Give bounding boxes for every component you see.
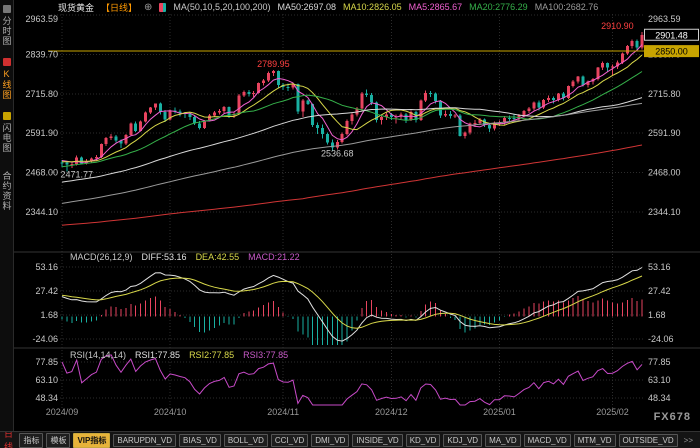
add-icon[interactable]: ⊕ bbox=[144, 2, 152, 13]
rsi-axis-label-left: 48.34 bbox=[35, 393, 58, 403]
price-axis-label-right: 2344.10 bbox=[648, 207, 681, 217]
sidebar-item-label: 分时图 bbox=[1, 16, 13, 46]
sidebar-item-label: 闪电图 bbox=[1, 123, 13, 153]
sidebar-item-lightning-chart[interactable]: 闪电图 bbox=[1, 112, 13, 153]
macd-axis-label-left: -24.06 bbox=[32, 334, 58, 344]
toolbar-tab-10[interactable]: KDJ_VD bbox=[443, 434, 482, 447]
macd-histogram bbox=[62, 296, 642, 345]
toolbar-more-button[interactable]: >> bbox=[681, 435, 696, 446]
price-axis-label-left: 2344.10 bbox=[25, 207, 58, 217]
toolbar-tab-9[interactable]: KD_VD bbox=[406, 434, 441, 447]
toolbar-tab-0[interactable]: 指标 bbox=[19, 433, 43, 448]
macd-params-label: MACD(26,12,9) bbox=[70, 252, 133, 262]
x-axis-label: 2025/01 bbox=[483, 407, 516, 417]
toolbar-period-label[interactable]: 日线 bbox=[4, 431, 14, 448]
macd-header: MACD(26,12,9) DIFF:53.16 DEA:42.55 MACD:… bbox=[70, 252, 300, 262]
macd-axis-label-left: 1.68 bbox=[40, 310, 58, 320]
bottom-toolbar: 日线 指标模板VIP指标BARUPDN_VDBIAS_VDBOLL_VDCCI_… bbox=[0, 431, 700, 448]
price-annotation: 2789.95 bbox=[257, 59, 290, 69]
toolbar-tab-3[interactable]: BARUPDN_VD bbox=[113, 434, 176, 447]
toolbar-tab-12[interactable]: MACD_VD bbox=[524, 434, 571, 447]
toolbar-tab-13[interactable]: MTM_VD bbox=[574, 434, 616, 447]
watermark: FX678 bbox=[654, 411, 691, 423]
kline-chart-icon bbox=[3, 58, 11, 66]
trading-app-window: 分时图 K线图 闪电图 合约资料 现货黄金 【日线】 ⊕ MA(50,10,5,… bbox=[0, 0, 700, 448]
toolbar-tab-5[interactable]: BOLL_VD bbox=[224, 434, 268, 447]
price-axis-label-left: 2963.59 bbox=[25, 14, 58, 24]
price-axis-label-left: 2591.90 bbox=[25, 128, 58, 138]
x-axis-label: 2024/11 bbox=[267, 407, 299, 417]
macd-axis-label-right: 1.68 bbox=[648, 310, 666, 320]
toolbar-tab-4[interactable]: BIAS_VD bbox=[179, 434, 221, 447]
rsi-axis-label-right: 63.10 bbox=[648, 375, 671, 385]
x-axis-label: 2024/12 bbox=[375, 407, 408, 417]
toolbar-tab-6[interactable]: CCI_VD bbox=[271, 434, 308, 447]
ma10-value: MA10:2826.05 bbox=[343, 2, 402, 12]
sidebar: 分时图 K线图 闪电图 合约资料 bbox=[0, 0, 14, 448]
ma20-value: MA20:2776.29 bbox=[469, 2, 528, 12]
macd-dea-value: DEA:42.55 bbox=[196, 252, 240, 262]
rsi-axis-label-left: 77.85 bbox=[35, 357, 58, 367]
time-chart-icon bbox=[3, 5, 11, 13]
ma5-value: MA5:2865.67 bbox=[409, 2, 463, 12]
rsi-axis-label-right: 48.34 bbox=[648, 393, 671, 403]
macd-axis-label-right: -24.06 bbox=[648, 334, 674, 344]
rsi2-value: RSI2:77.85 bbox=[189, 350, 234, 360]
macd-axis-label-left: 53.16 bbox=[35, 262, 58, 272]
symbol-name: 现货黄金 bbox=[58, 1, 94, 14]
macd-diff-value: DIFF:53.16 bbox=[142, 252, 187, 262]
price-axis-label-right: 2591.90 bbox=[648, 128, 681, 138]
rsi-axis-label-right: 77.85 bbox=[648, 357, 671, 367]
price-axis-label-left: 2468.00 bbox=[25, 168, 58, 178]
rsi-axis-label-left: 63.10 bbox=[35, 375, 58, 385]
x-axis-label: 2024/09 bbox=[46, 407, 79, 417]
toolbar-tabs: 指标模板VIP指标BARUPDN_VDBIAS_VDBOLL_VDCCI_VDD… bbox=[19, 433, 696, 448]
toolbar-tab-11[interactable]: MA_VD bbox=[485, 434, 521, 447]
price-axis-label-left: 2839.70 bbox=[25, 49, 58, 59]
period-selector[interactable]: 【日线】 bbox=[101, 1, 137, 14]
price-annotation: 2471.77 bbox=[60, 170, 93, 180]
price-annotation: 2536.68 bbox=[321, 149, 354, 159]
ma50-value: MA50:2697.08 bbox=[278, 2, 337, 12]
ma-params-label: MA(50,10,5,20,100,200) bbox=[173, 2, 270, 12]
price-axis-label-left: 2715.80 bbox=[25, 89, 58, 99]
macd-value: MACD:21.22 bbox=[248, 252, 300, 262]
candle-icon bbox=[159, 3, 166, 12]
current-price-tag-label: 2901.48 bbox=[655, 30, 688, 40]
sidebar-item-contract-info[interactable]: 合约资料 bbox=[1, 171, 13, 211]
chart-header: 现货黄金 【日线】 ⊕ MA(50,10,5,20,100,200) MA50:… bbox=[14, 0, 700, 14]
sidebar-item-kline-chart[interactable]: K线图 bbox=[1, 58, 13, 100]
toolbar-tab-7[interactable]: DMI_VD bbox=[311, 434, 349, 447]
rsi-params-label: RSI(14,14,14) bbox=[70, 350, 126, 360]
price-axis-label-right: 2715.80 bbox=[648, 89, 681, 99]
sidebar-item-time-chart[interactable]: 分时图 bbox=[1, 5, 13, 46]
price-axis-label-right: 2468.00 bbox=[648, 168, 681, 178]
alert-price-tag-label: 2850.00 bbox=[655, 47, 688, 57]
x-axis-label: 2024/10 bbox=[154, 407, 187, 417]
rsi1-value: RSI1:77.85 bbox=[135, 350, 180, 360]
sidebar-item-label: 合约资料 bbox=[1, 171, 13, 211]
lightning-chart-icon bbox=[3, 112, 11, 120]
rsi-header: RSI(14,14,14) RSI1:77.85 RSI2:77.85 RSI3… bbox=[70, 350, 288, 360]
ma100-value: MA100:2682.76 bbox=[535, 2, 599, 12]
toolbar-tab-1[interactable]: 模板 bbox=[46, 433, 70, 448]
macd-axis-label-right: 27.42 bbox=[648, 286, 671, 296]
macd-axis-label-left: 27.42 bbox=[35, 286, 58, 296]
price-annotation: 2910.90 bbox=[601, 21, 634, 31]
price-axis-label-right: 2963.59 bbox=[648, 14, 681, 24]
x-axis-label: 2025/02 bbox=[596, 407, 629, 417]
sidebar-item-label: K线图 bbox=[1, 69, 13, 100]
rsi3-value: RSI3:77.85 bbox=[243, 350, 288, 360]
toolbar-tab-2[interactable]: VIP指标 bbox=[73, 433, 110, 448]
toolbar-tab-14[interactable]: OUTSIDE_VD bbox=[619, 434, 678, 447]
macd-axis-label-right: 53.16 bbox=[648, 262, 671, 272]
toolbar-tab-8[interactable]: INSIDE_VD bbox=[352, 434, 402, 447]
